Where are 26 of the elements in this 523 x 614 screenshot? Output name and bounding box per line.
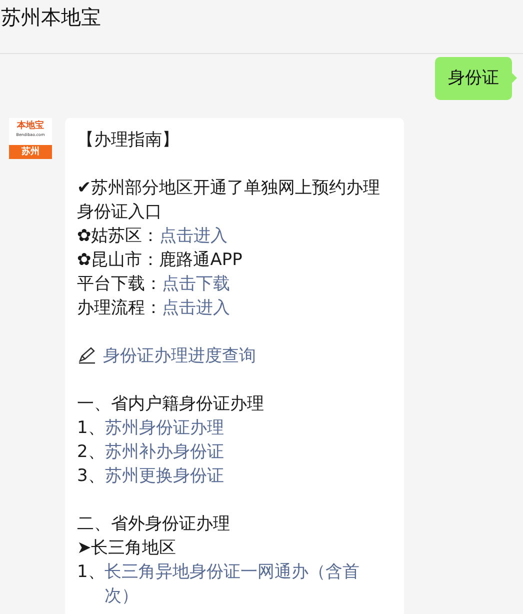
link[interactable]: 点击进入	[159, 224, 228, 248]
window-title: 苏州本地宝	[0, 4, 102, 31]
brand-name: 本地宝	[17, 120, 44, 132]
text-line: ✿姑苏区：	[77, 225, 160, 248]
link[interactable]: 苏州补办身份证	[104, 440, 224, 464]
city-label: 苏州	[9, 145, 52, 159]
pencil-icon	[77, 347, 97, 365]
text-line: 办理流程：	[77, 297, 162, 320]
text-line: 一、省内户籍身份证办理	[77, 393, 264, 416]
text-line: 3、	[77, 465, 105, 488]
text-line: 1、	[77, 561, 105, 584]
link[interactable]: 身份证办理进度查询	[103, 344, 256, 368]
text-line: 【办理指南】	[77, 129, 179, 152]
link[interactable]: 苏州身份证办理	[104, 416, 224, 440]
text-line: ➤长三角地区	[77, 537, 176, 560]
link[interactable]: 苏州更换身份证	[104, 464, 224, 488]
text-line: 1、	[77, 417, 105, 440]
link[interactable]: 点击下载	[162, 272, 230, 296]
text-line: 二、省外身份证办理	[77, 513, 230, 536]
link[interactable]: 长三角异地身份证一网通办（含首次）	[104, 560, 392, 608]
text-line: ✿昆山市：鹿路通APP	[77, 249, 242, 272]
message-bubble: 身份证	[435, 57, 517, 100]
link[interactable]: 点击进入	[162, 296, 230, 320]
text-line: ✔苏州部分地区开通了单独网上预约办理身份证入口	[77, 177, 382, 224]
text-line: 平台下载：	[77, 273, 162, 296]
text-line: 2、	[77, 441, 105, 464]
